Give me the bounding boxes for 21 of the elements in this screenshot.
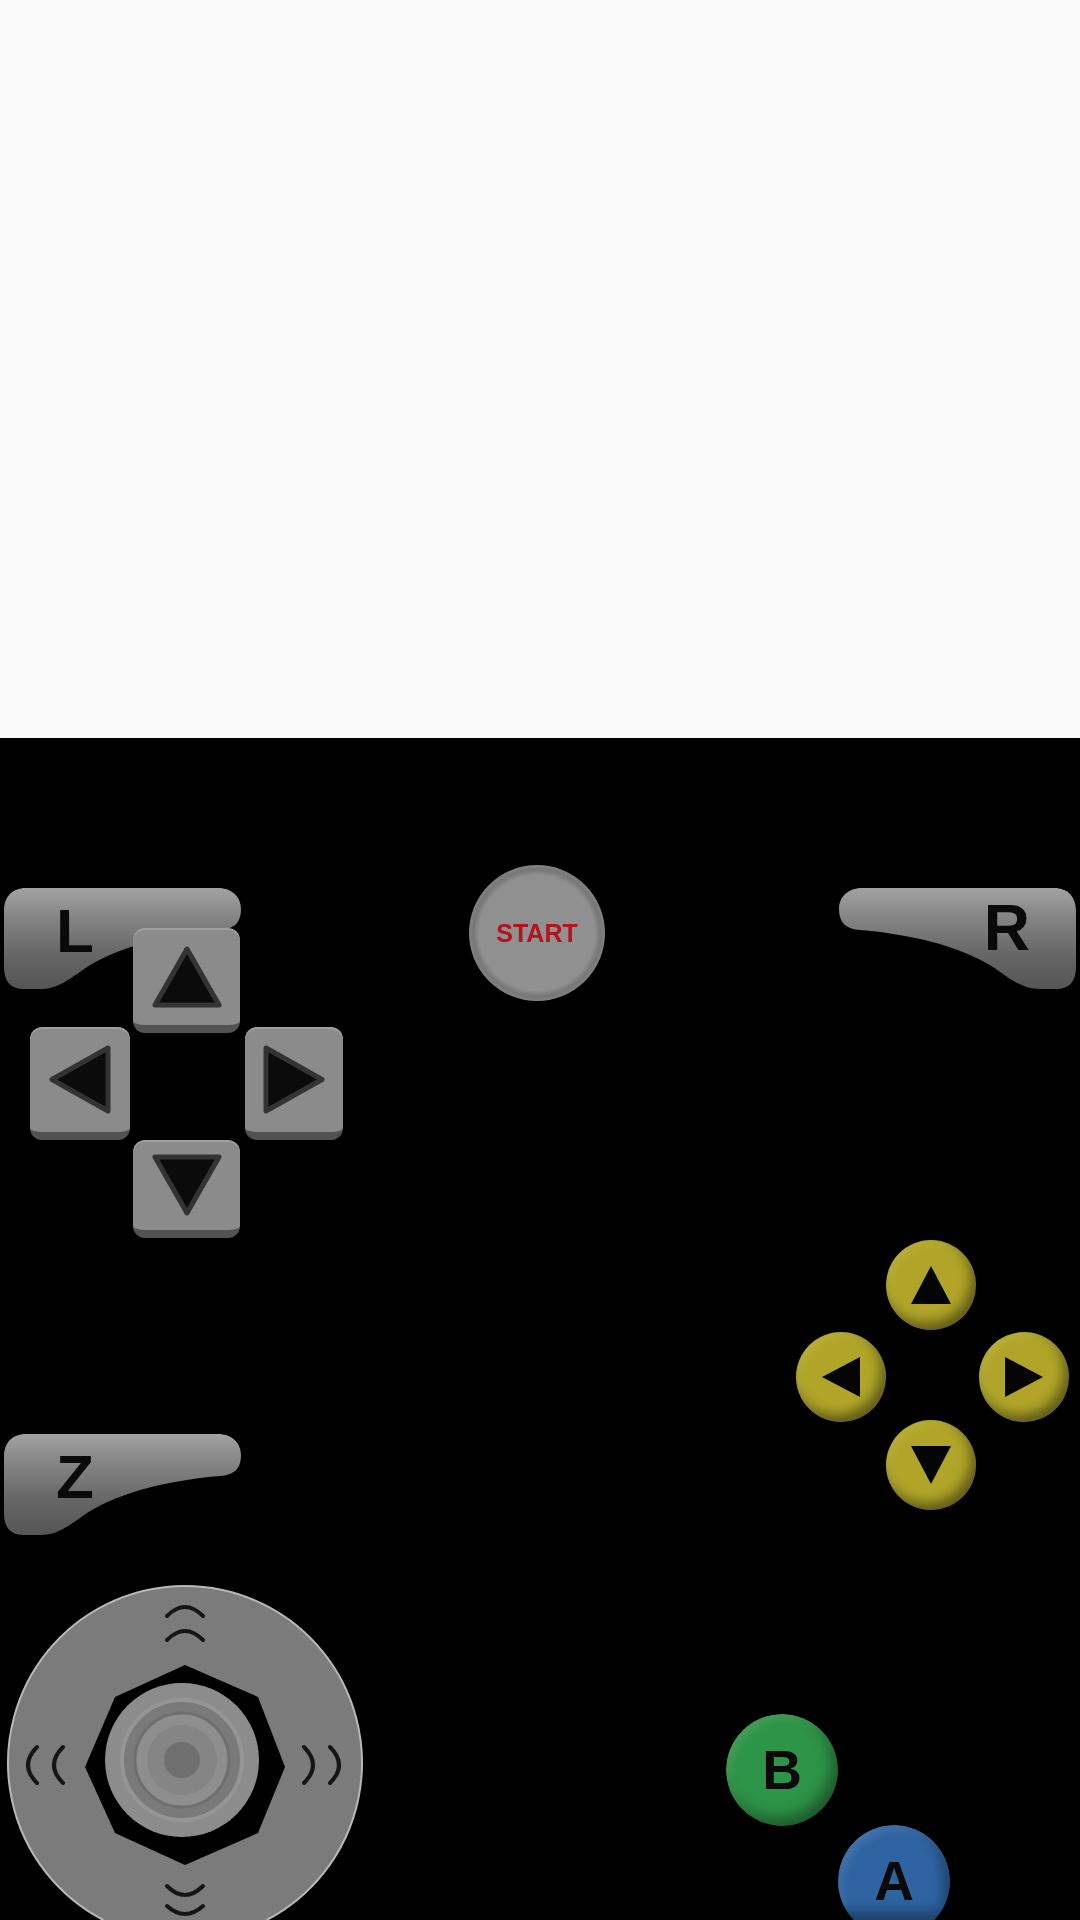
face-button[interactable]: B [726, 1714, 838, 1826]
triangle-left-icon [49, 1045, 111, 1114]
double-chevron-right-icon [302, 1745, 341, 1785]
dpad-right-button[interactable] [245, 1027, 343, 1140]
z-trigger-button[interactable]: Z [2, 1433, 242, 1537]
dpad-left-button[interactable] [30, 1027, 130, 1140]
triangle-left-icon [822, 1357, 860, 1397]
dpad-down-button[interactable] [133, 1140, 240, 1238]
r-shoulder-button[interactable]: R [838, 887, 1078, 991]
face-button[interactable]: A [838, 1825, 950, 1920]
triangle-down-icon [911, 1446, 951, 1484]
double-chevron-down-icon [165, 1884, 205, 1916]
joystick-knob[interactable] [105, 1683, 259, 1837]
dpad-up-button[interactable] [133, 928, 240, 1033]
triangle-up-icon [911, 1266, 951, 1304]
triangle-right-icon [1005, 1357, 1043, 1397]
double-chevron-up-icon [165, 1605, 205, 1642]
double-chevron-left-icon [26, 1745, 65, 1785]
triangle-right-icon [263, 1045, 325, 1114]
triangle-up-icon [151, 945, 222, 1008]
triangle-down-icon [151, 1154, 222, 1216]
